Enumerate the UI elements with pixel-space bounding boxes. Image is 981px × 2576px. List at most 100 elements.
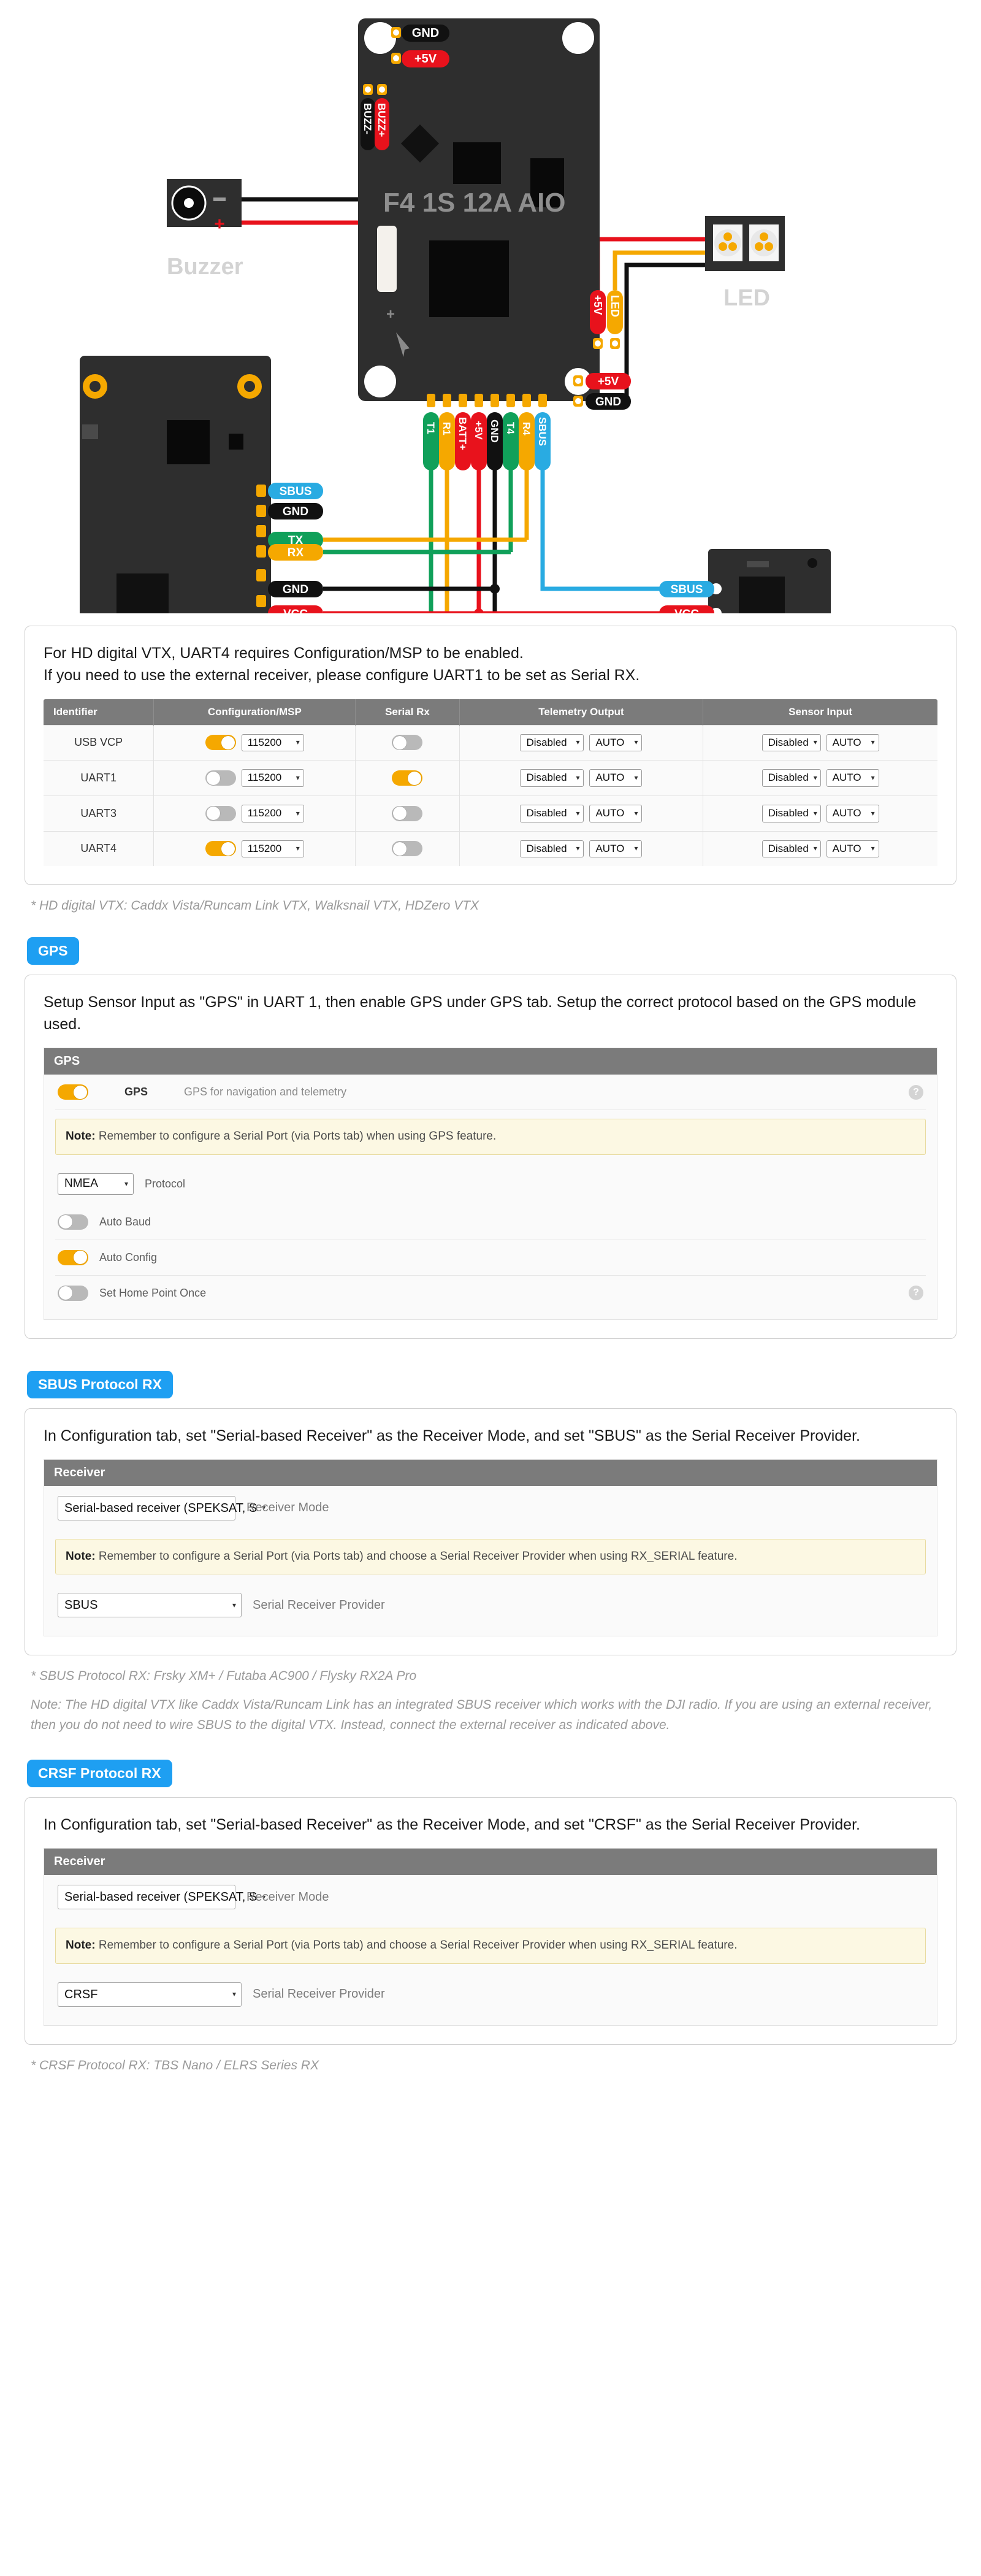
sbus-footnote: * SBUS Protocol RX: Frsky XM+ / Futaba A… bbox=[31, 1666, 956, 1687]
msp-toggle[interactable] bbox=[205, 735, 236, 750]
svg-text:GND: GND bbox=[283, 505, 308, 518]
crsf-receiver-card: Receiver Serial-based receiver (SPEKSAT,… bbox=[44, 1848, 937, 2026]
msp-toggle[interactable] bbox=[205, 806, 236, 821]
svg-text:VCC: VCC bbox=[283, 608, 308, 613]
serial-rx-toggle[interactable] bbox=[392, 735, 422, 750]
cell-serial-rx bbox=[356, 831, 459, 866]
msp-toggle[interactable] bbox=[205, 770, 236, 786]
gps-section-pill: GPS bbox=[27, 937, 79, 965]
cell-serial-rx bbox=[356, 761, 459, 796]
msp-baud-select[interactable]: 115200▾ bbox=[242, 734, 304, 752]
svg-text:+5V: +5V bbox=[414, 52, 437, 66]
set-home-point-label: Set Home Point Once bbox=[99, 1287, 898, 1300]
cell-telemetry-output: Disabled▾ AUTO▾ bbox=[459, 725, 703, 761]
cell-telemetry-output: Disabled▾ AUTO▾ bbox=[459, 761, 703, 796]
note-text: Remember to configure a Serial Port (via… bbox=[96, 1550, 738, 1563]
svg-text:LED: LED bbox=[723, 285, 770, 311]
cell-configuration-msp: 115200▾ bbox=[154, 761, 356, 796]
sbus-panel: In Configuration tab, set "Serial-based … bbox=[25, 1408, 956, 1656]
serial-receiver-provider-select[interactable]: CRSF▾ bbox=[58, 1982, 242, 2007]
telemetry-baud-select[interactable]: AUTO▾ bbox=[589, 805, 642, 822]
sensor-baud-select[interactable]: AUTO▾ bbox=[826, 840, 879, 858]
set-home-point-toggle[interactable] bbox=[58, 1286, 88, 1301]
chevron-down-icon: ▾ bbox=[634, 810, 638, 818]
svg-text:SBUS: SBUS bbox=[280, 485, 312, 498]
sbus-receiver-card: Receiver Serial-based receiver (SPEKSAT,… bbox=[44, 1459, 937, 1637]
row-identifier: UART1 bbox=[44, 761, 154, 796]
cell-configuration-msp: 115200▾ bbox=[154, 831, 356, 866]
auto-baud-toggle[interactable] bbox=[58, 1214, 88, 1230]
chevron-down-icon: ▾ bbox=[124, 1180, 128, 1188]
telemetry-select[interactable]: Disabled▾ bbox=[520, 769, 584, 787]
help-icon[interactable]: ? bbox=[909, 1085, 923, 1100]
sbus-section-pill: SBUS Protocol RX bbox=[27, 1371, 173, 1398]
telemetry-select[interactable]: Disabled▾ bbox=[520, 734, 584, 752]
msp-baud-select[interactable]: 115200▾ bbox=[242, 805, 304, 822]
ports-footnote: * HD digital VTX: Caddx Vista/Runcam Lin… bbox=[31, 896, 956, 916]
sensor-baud-select[interactable]: AUTO▾ bbox=[826, 769, 879, 787]
gps-card-title: GPS bbox=[44, 1048, 937, 1075]
msp-baud-select[interactable]: 115200▾ bbox=[242, 769, 304, 787]
receiver-mode-select[interactable]: Serial-based receiver (SPEKSAT, S▾ bbox=[58, 1496, 235, 1520]
col-sensor-input: Sensor Input bbox=[703, 699, 937, 726]
cell-configuration-msp: 115200▾ bbox=[154, 795, 356, 831]
sensor-baud-select[interactable]: AUTO▾ bbox=[826, 734, 879, 752]
chevron-down-icon: ▾ bbox=[814, 845, 817, 853]
svg-text:T1: T1 bbox=[425, 422, 437, 434]
serial-receiver-provider-select[interactable]: SBUS▾ bbox=[58, 1593, 242, 1617]
note-label: Note: bbox=[66, 1939, 96, 1952]
chevron-down-icon: ▾ bbox=[296, 810, 300, 818]
sensor-select[interactable]: Disabled▾ bbox=[762, 769, 821, 787]
serial-rx-toggle[interactable] bbox=[392, 806, 422, 821]
chevron-down-icon: ▾ bbox=[871, 774, 875, 782]
svg-text:+5V: +5V bbox=[473, 421, 484, 440]
cell-serial-rx bbox=[356, 725, 459, 761]
col-telemetry-output: Telemetry Output bbox=[459, 699, 703, 726]
help-icon[interactable]: ? bbox=[909, 1286, 923, 1300]
note-text: Remember to configure a Serial Port (via… bbox=[96, 1939, 738, 1952]
serial-rx-toggle[interactable] bbox=[392, 770, 422, 786]
msp-toggle[interactable] bbox=[205, 841, 236, 856]
table-row: USB VCP 115200▾ bbox=[44, 725, 937, 761]
cell-telemetry-output: Disabled▾ AUTO▾ bbox=[459, 831, 703, 866]
serial-rx-toggle[interactable] bbox=[392, 841, 422, 856]
chevron-down-icon: ▾ bbox=[576, 810, 579, 818]
cell-sensor-input: Disabled▾ AUTO▾ bbox=[703, 761, 937, 796]
auto-config-toggle[interactable] bbox=[58, 1250, 88, 1265]
svg-text:Buzzer: Buzzer bbox=[167, 254, 243, 280]
chevron-down-icon: ▾ bbox=[576, 845, 579, 853]
row-identifier: UART4 bbox=[44, 831, 154, 866]
ports-table-header-row: Identifier Configuration/MSP Serial Rx T… bbox=[44, 699, 937, 726]
telemetry-select[interactable]: Disabled▾ bbox=[520, 805, 584, 822]
note-text: Remember to configure a Serial Port (via… bbox=[96, 1130, 497, 1143]
telemetry-select[interactable]: Disabled▾ bbox=[520, 840, 584, 858]
chevron-down-icon: ▾ bbox=[634, 738, 638, 746]
receiver-card-title: Receiver bbox=[44, 1460, 937, 1486]
chevron-down-icon: ▾ bbox=[232, 1601, 236, 1609]
msp-baud-select[interactable]: 115200▾ bbox=[242, 840, 304, 858]
sensor-select[interactable]: Disabled▾ bbox=[762, 805, 821, 822]
svg-text:GND: GND bbox=[489, 420, 500, 443]
table-row: UART3 115200▾ bbox=[44, 795, 937, 831]
svg-text:+5V: +5V bbox=[592, 295, 604, 315]
telemetry-baud-select[interactable]: AUTO▾ bbox=[589, 734, 642, 752]
crsf-intro: In Configuration tab, set "Serial-based … bbox=[44, 1814, 937, 1836]
telemetry-baud-select[interactable]: AUTO▾ bbox=[589, 769, 642, 787]
gps-protocol-select[interactable]: NMEA▾ bbox=[58, 1173, 134, 1195]
gps-enable-toggle[interactable] bbox=[58, 1084, 88, 1100]
cell-serial-rx bbox=[356, 795, 459, 831]
chevron-down-icon: ▾ bbox=[296, 845, 300, 853]
chevron-down-icon: ▾ bbox=[296, 738, 300, 746]
svg-text:VCC: VCC bbox=[674, 608, 699, 613]
svg-text:GND: GND bbox=[283, 583, 308, 596]
crsf-section-pill: CRSF Protocol RX bbox=[27, 1760, 172, 1787]
auto-config-label: Auto Config bbox=[99, 1251, 157, 1264]
sensor-select[interactable]: Disabled▾ bbox=[762, 734, 821, 752]
receiver-mode-select[interactable]: Serial-based receiver (SPEKSAT, S▾ bbox=[58, 1885, 235, 1909]
ports-panel: For HD digital VTX, UART4 requires Confi… bbox=[25, 626, 956, 885]
sensor-baud-select[interactable]: AUTO▾ bbox=[826, 805, 879, 822]
serial-receiver-provider-row: SBUS▾ Serial Receiver Provider bbox=[55, 1583, 926, 1627]
telemetry-baud-select[interactable]: AUTO▾ bbox=[589, 840, 642, 858]
sensor-select[interactable]: Disabled▾ bbox=[762, 840, 821, 858]
note-label: Note: bbox=[66, 1130, 96, 1143]
